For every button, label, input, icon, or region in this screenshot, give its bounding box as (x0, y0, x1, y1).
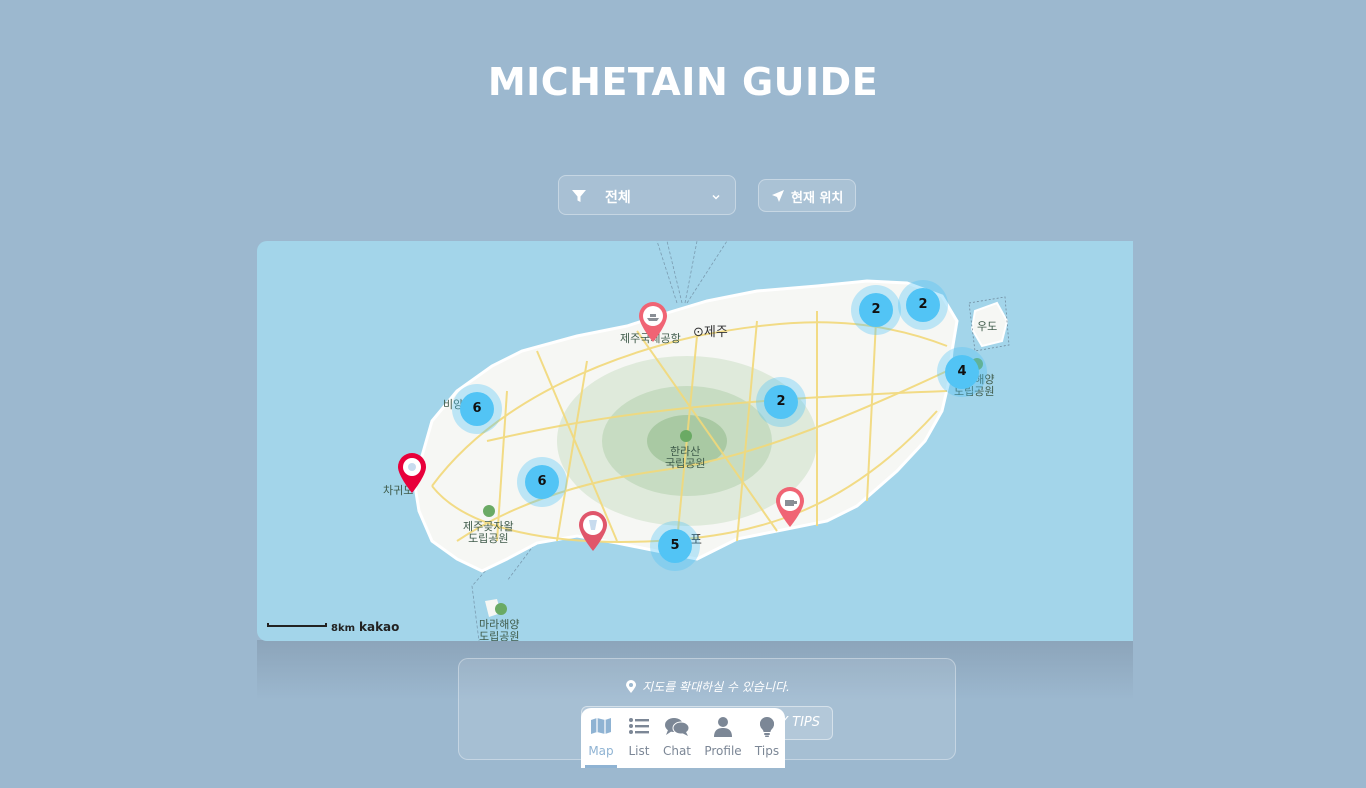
marker-cluster[interactable]: 6 (452, 384, 502, 434)
lightbulb-icon (759, 716, 775, 740)
page-title: MICHETAIN GUIDE (487, 60, 879, 104)
map-pin-ferry[interactable] (637, 301, 669, 343)
scale-label: 8km (331, 623, 356, 634)
map-pin-drink[interactable] (577, 510, 609, 552)
active-tab-indicator (585, 765, 617, 768)
tab-list[interactable]: List (621, 708, 657, 768)
map-view[interactable]: 제주국제공항 ⊙제주 우도 한라해양 도립공원 한라산 국립공원 제주곶자왈 도… (257, 241, 1133, 641)
chevron-down-icon (711, 190, 721, 206)
list-icon (629, 717, 649, 738)
profile-icon (714, 717, 732, 740)
tab-map[interactable]: Map (581, 708, 621, 768)
marker-cluster[interactable]: 4 (937, 347, 987, 397)
place-label-hallasan: 한라산 국립공원 (665, 445, 706, 470)
jeju-island-map (413, 241, 1010, 641)
filter-icon (571, 188, 587, 208)
tab-tips[interactable]: Tips (749, 708, 785, 768)
map-icon (590, 717, 612, 738)
marker-cluster[interactable]: 6 (517, 457, 567, 507)
zoom-hint: 지도를 확대하실 수 있습니다. (459, 678, 957, 696)
map-pin-location[interactable] (396, 452, 428, 494)
marker-cluster[interactable]: 2 (756, 377, 806, 427)
category-filter-select[interactable]: 전체 (558, 175, 736, 215)
current-location-button[interactable]: 현재 위치 (758, 179, 856, 212)
navigation-arrow-icon (771, 189, 785, 207)
tab-label: Map (588, 744, 614, 758)
bottom-tab-bar: Map List Chat Profile Tips (581, 708, 785, 768)
tab-chat[interactable]: Chat (657, 708, 697, 768)
tab-label: Tips (754, 744, 780, 758)
place-label-gotjawal: 제주곶자왈 도립공원 (463, 520, 514, 545)
place-label-udo: 우도 (977, 320, 998, 333)
marker-cluster[interactable]: 2 (898, 280, 948, 330)
tab-profile[interactable]: Profile (697, 708, 749, 768)
chat-icon (664, 717, 690, 740)
scale-bar (267, 623, 327, 627)
map-marker-icon (626, 680, 637, 696)
tab-label: Profile (704, 744, 742, 758)
map-pin-cafe[interactable] (774, 486, 806, 528)
tab-label: Chat (662, 744, 692, 758)
marker-cluster[interactable]: 2 (851, 285, 901, 335)
current-location-label: 현재 위치 (791, 191, 844, 206)
map-provider-logo: kakao (359, 620, 400, 634)
tab-label: List (628, 744, 650, 758)
zoom-hint-text: 지도를 확대하실 수 있습니다. (642, 680, 790, 694)
filter-selected-value: 전체 (605, 190, 631, 206)
place-label-marado: 마라해양 도립공원 (479, 618, 520, 642)
place-label-jeju: ⊙제주 (693, 325, 728, 340)
marker-cluster[interactable]: 5 (650, 521, 700, 571)
